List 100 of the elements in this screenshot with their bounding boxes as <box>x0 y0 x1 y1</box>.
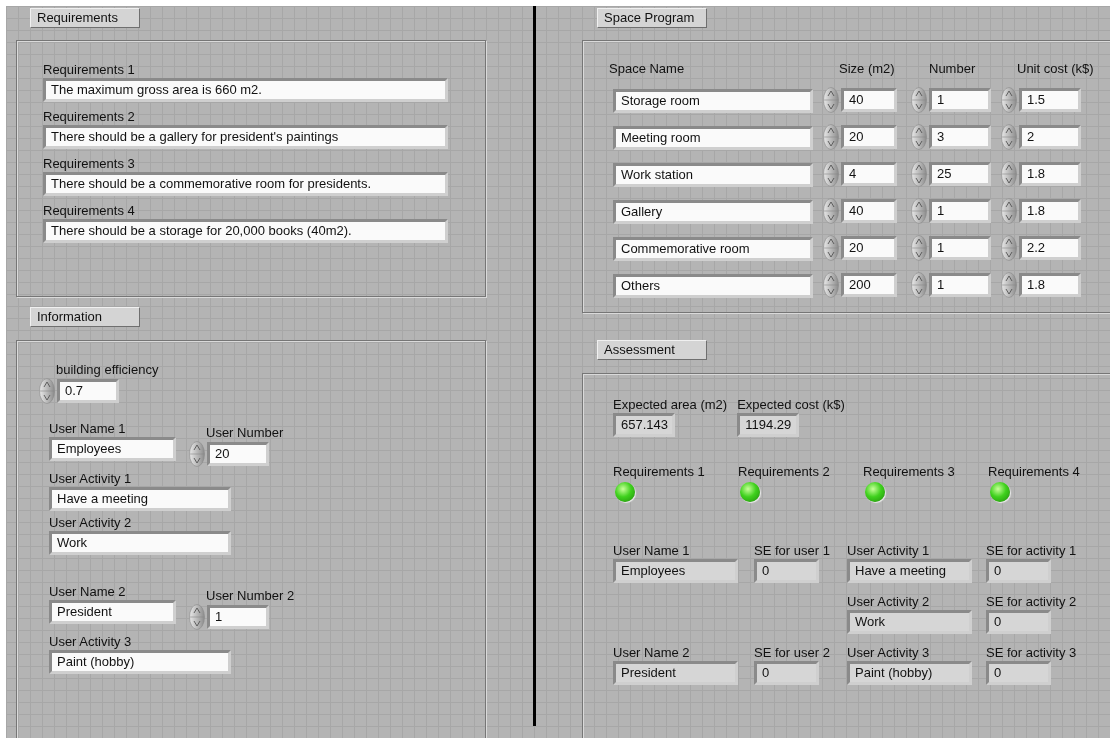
field-label: Requirements 2 <box>43 108 135 125</box>
numeric-field[interactable]: 25 <box>929 162 991 186</box>
spinner-icon[interactable] <box>1001 272 1017 298</box>
spinner-icon[interactable] <box>1001 124 1017 150</box>
numeric-field[interactable]: 2 <box>1019 125 1081 149</box>
text-field[interactable]: Gallery <box>613 200 813 224</box>
text-field[interactable]: President <box>49 600 176 624</box>
numeric-field[interactable]: 40 <box>841 199 897 223</box>
spinner-icon[interactable] <box>823 235 839 261</box>
numeric-field[interactable]: 1 <box>207 605 269 629</box>
field-label: SE for activity 3 <box>986 644 1077 661</box>
field-label: building efficiency <box>56 361 159 378</box>
output-field: 1194.29 <box>737 413 800 437</box>
text-field[interactable]: Employees <box>49 437 176 461</box>
section-label: Information <box>30 307 140 327</box>
field-label: User Name 2 <box>613 644 690 661</box>
spinner-icon[interactable] <box>1001 235 1017 261</box>
numeric-field[interactable]: 1 <box>929 88 991 112</box>
spinner-icon[interactable] <box>189 441 205 467</box>
numeric-field[interactable]: 4 <box>841 162 897 186</box>
output-field: 0 <box>754 661 819 685</box>
column-header: Size (m2) <box>838 61 896 76</box>
field-label: Requirements 3 <box>43 155 135 172</box>
spinner-icon[interactable] <box>911 198 927 224</box>
numeric-field[interactable]: 200 <box>841 273 897 297</box>
text-field[interactable]: There should be a gallery for president's paintings <box>43 125 448 149</box>
text-field[interactable]: The maximum gross area is 660 m2. <box>43 78 448 102</box>
numeric-field[interactable]: 2.2 <box>1019 236 1081 260</box>
field-label: Expected cost (k$) <box>737 396 845 413</box>
field-label: User Activity 1 <box>49 470 132 487</box>
numeric-field[interactable]: 1.8 <box>1019 162 1081 186</box>
output-field: Have a meeting <box>847 559 972 583</box>
field-label: SE for activity 1 <box>986 542 1077 559</box>
numeric-field[interactable]: 0.7 <box>57 379 119 403</box>
field-label: User Number 2 <box>206 587 295 604</box>
column-header: Unit cost (k$) <box>1016 61 1091 76</box>
output-field: 0 <box>754 559 819 583</box>
text-field[interactable]: Work <box>49 531 231 555</box>
field-label: SE for user 2 <box>754 644 830 661</box>
field-label: User Activity 1 <box>847 542 930 559</box>
numeric-field[interactable]: 20 <box>841 125 897 149</box>
indicator-label: Requirements 2 <box>738 463 831 480</box>
numeric-field[interactable]: 1.8 <box>1019 199 1081 223</box>
field-label: User Activity 3 <box>847 644 930 661</box>
numeric-field[interactable]: 20 <box>841 236 897 260</box>
field-label: User Name 1 <box>49 420 126 437</box>
spinner-icon[interactable] <box>911 161 927 187</box>
field-label: User Activity 2 <box>847 593 930 610</box>
spinner-icon[interactable] <box>39 378 55 404</box>
text-field[interactable]: Paint (hobby) <box>49 650 231 674</box>
text-field[interactable]: There should be a storage for 20,000 books (40m2). <box>43 219 448 243</box>
field-label: Requirements 1 <box>43 61 135 78</box>
spinner-icon[interactable] <box>1001 161 1017 187</box>
text-field[interactable]: Have a meeting <box>49 487 231 511</box>
spinner-icon[interactable] <box>823 161 839 187</box>
field-label: Expected area (m2) <box>613 396 728 413</box>
text-field[interactable]: Meeting room <box>613 126 813 150</box>
output-field: 0 <box>986 610 1051 634</box>
field-label: User Activity 2 <box>49 514 132 531</box>
indicator-label: Requirements 1 <box>613 463 706 480</box>
numeric-field[interactable]: 1.5 <box>1019 88 1081 112</box>
text-field[interactable]: Others <box>613 274 813 298</box>
spinner-icon[interactable] <box>1001 87 1017 113</box>
output-field: 657.143 <box>613 413 675 437</box>
field-label: SE for activity 2 <box>986 593 1077 610</box>
spinner-icon[interactable] <box>823 272 839 298</box>
spinner-icon[interactable] <box>911 124 927 150</box>
text-field[interactable]: Commemorative room <box>613 237 813 261</box>
section-label: Assessment <box>597 340 707 360</box>
field-label: User Activity 3 <box>49 633 132 650</box>
numeric-field[interactable]: 20 <box>207 442 269 466</box>
spinner-icon[interactable] <box>189 604 205 630</box>
spinner-icon[interactable] <box>911 87 927 113</box>
column-header: Number <box>928 61 977 76</box>
output-field: Employees <box>613 559 738 583</box>
spinner-icon[interactable] <box>911 235 927 261</box>
numeric-field[interactable]: 1 <box>929 273 991 297</box>
output-field: Work <box>847 610 972 634</box>
field-label: User Name 1 <box>613 542 690 559</box>
output-field: 0 <box>986 559 1051 583</box>
output-field: Paint (hobby) <box>847 661 972 685</box>
text-field[interactable]: Work station <box>613 163 813 187</box>
text-field[interactable]: There should be a commemorative room for presidents. <box>43 172 448 196</box>
spinner-icon[interactable] <box>911 272 927 298</box>
output-field: President <box>613 661 738 685</box>
field-label: User Name 2 <box>49 583 126 600</box>
spinner-icon[interactable] <box>823 124 839 150</box>
column-header: Space Name <box>609 61 686 76</box>
indicator-label: Requirements 3 <box>863 463 956 480</box>
numeric-field[interactable]: 40 <box>841 88 897 112</box>
numeric-field[interactable]: 1 <box>929 199 991 223</box>
spinner-icon[interactable] <box>1001 198 1017 224</box>
output-field: 0 <box>986 661 1051 685</box>
spinner-icon[interactable] <box>823 198 839 224</box>
numeric-field[interactable]: 1 <box>929 236 991 260</box>
numeric-field[interactable]: 1.8 <box>1019 273 1081 297</box>
spinner-icon[interactable] <box>823 87 839 113</box>
text-field[interactable]: Storage room <box>613 89 813 113</box>
field-label: SE for user 1 <box>754 542 830 559</box>
numeric-field[interactable]: 3 <box>929 125 991 149</box>
